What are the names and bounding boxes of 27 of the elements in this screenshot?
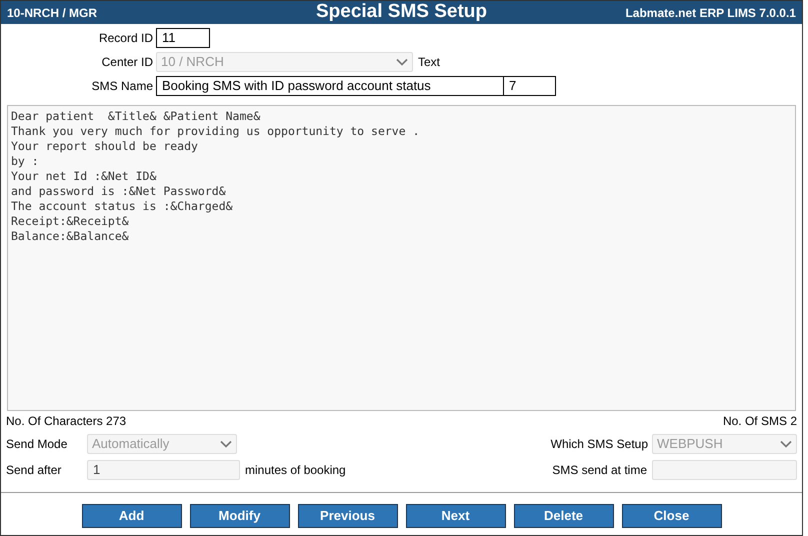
chevron-down-icon xyxy=(396,58,408,66)
field-label: SMS Name xyxy=(90,78,153,95)
action-button[interactable]: Close xyxy=(622,504,722,528)
input-field[interactable]: Booking SMS with ID password account status xyxy=(156,76,504,96)
field-label: Send Mode xyxy=(6,436,68,453)
character-count: No. Of Characters 273 xyxy=(6,413,126,430)
field-label: Text xyxy=(418,54,440,71)
chevron-down-icon xyxy=(220,440,232,448)
window-title: Special SMS Setup xyxy=(316,0,488,24)
action-button[interactable]: Modify xyxy=(190,504,290,528)
chevron-down-icon xyxy=(780,440,792,448)
field-label: SMS send at time xyxy=(552,462,647,479)
sms-count: No. Of SMS 2 xyxy=(722,413,797,430)
input-field[interactable]: 7 xyxy=(503,76,556,96)
field-label: Center ID xyxy=(100,54,153,71)
version-label: Labmate.net ERP LIMS 7.0.0.1 xyxy=(624,4,796,22)
action-button[interactable]: Next xyxy=(406,504,506,528)
field-label: minutes of booking xyxy=(245,462,346,479)
field-label: Send after xyxy=(6,462,62,479)
user-label: 10-NRCH / MGR xyxy=(7,4,98,22)
action-button[interactable]: Delete xyxy=(514,504,614,528)
input-field[interactable]: 11 xyxy=(156,28,210,48)
action-button[interactable]: Previous xyxy=(298,504,398,528)
field-label: Which SMS Setup xyxy=(550,436,648,453)
field-label: Record ID xyxy=(98,30,153,47)
action-button[interactable]: Add xyxy=(82,504,182,528)
message-textarea[interactable]: Dear patient &Title& &Patient Name& Thank you very much for providing us opportunity to serve . Your report should be ready by : Your net Id :&Net ID& and password is :&Net Password& The account status is :&Charged& Receipt:&Receipt& Balance:&Balance& xyxy=(7,105,796,411)
